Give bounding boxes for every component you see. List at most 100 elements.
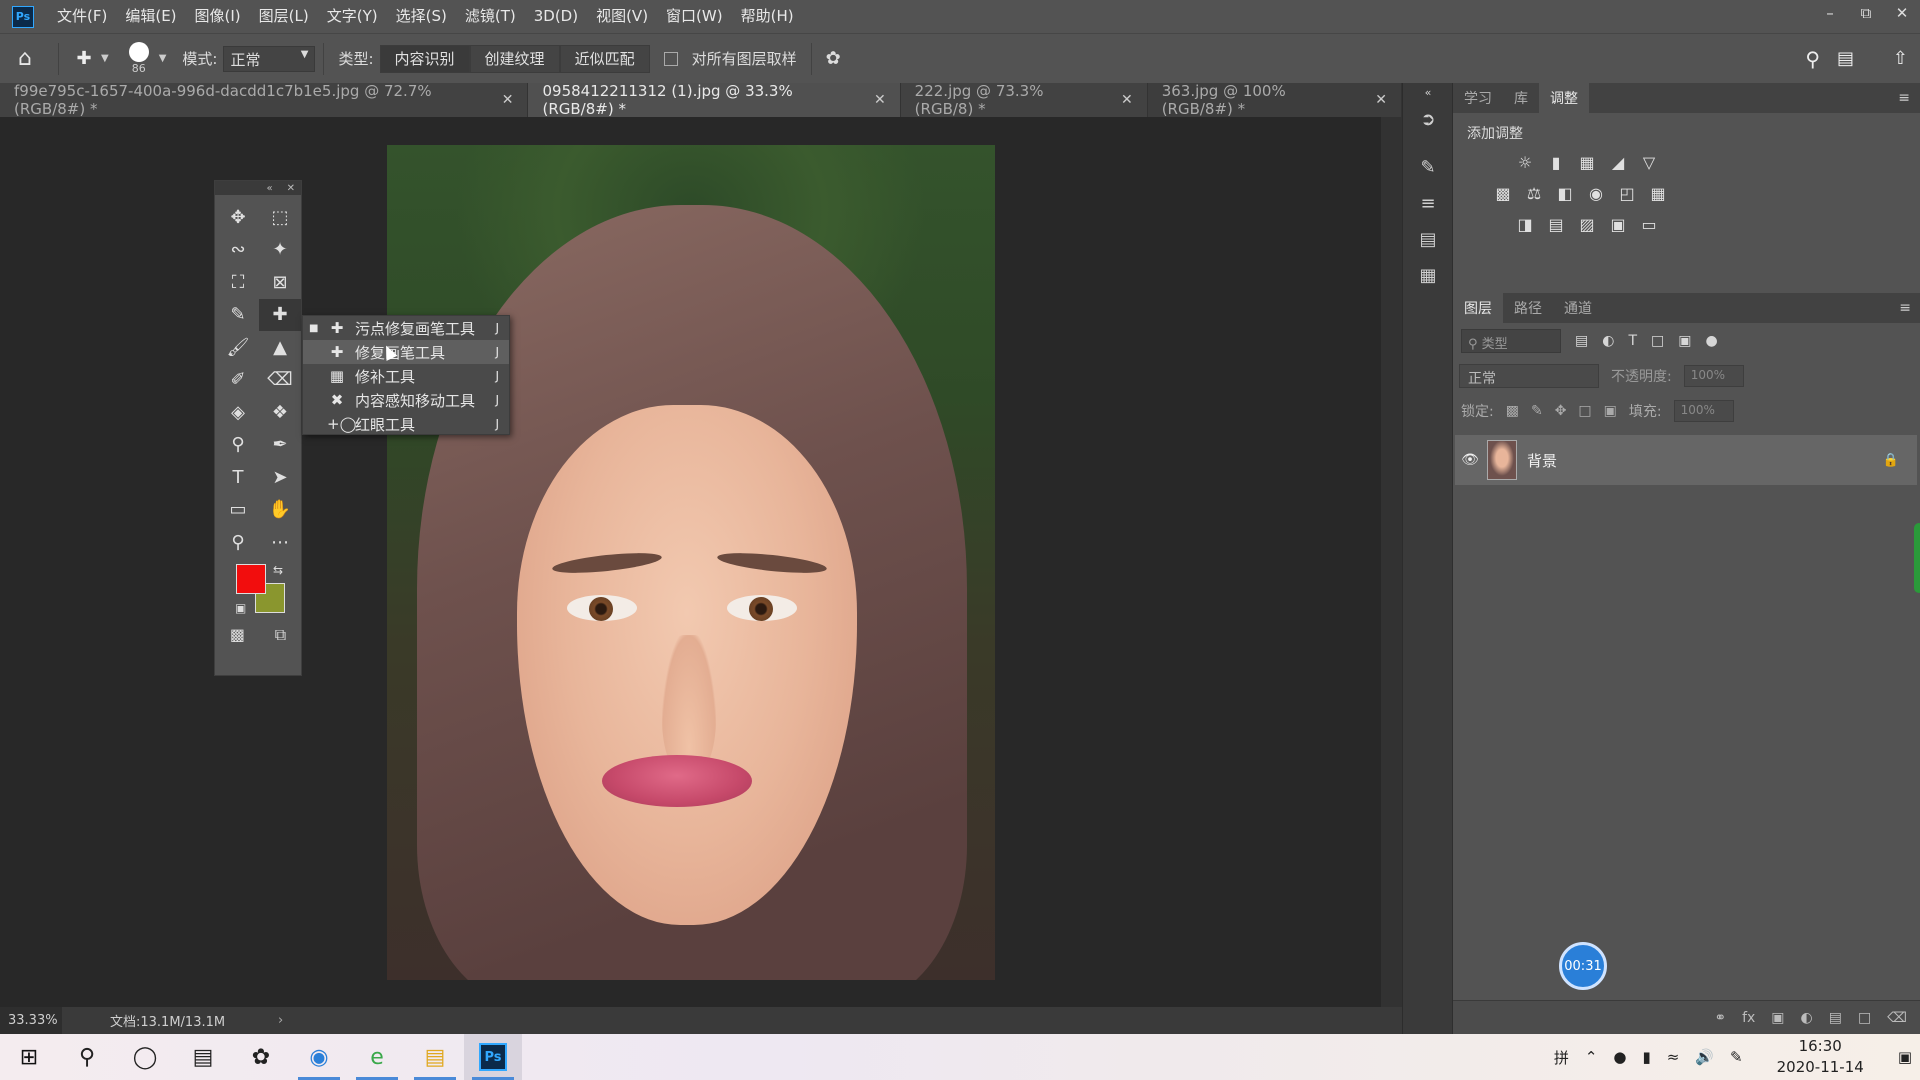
lock-pixels-icon[interactable]: ✎ [1531, 403, 1543, 419]
photo-filter-icon[interactable]: ◉ [1586, 184, 1606, 203]
foreground-color-swatch[interactable] [236, 563, 266, 594]
lock-all-icon[interactable]: ▣ [1604, 403, 1617, 419]
history-icon[interactable]: ➲ [1403, 101, 1453, 137]
vibrance-icon[interactable]: ▽ [1639, 153, 1659, 172]
browser-icon[interactable]: ◉ [290, 1034, 348, 1080]
file-explorer-icon[interactable]: ▤ [406, 1034, 464, 1080]
invert-icon[interactable]: ◨ [1515, 215, 1535, 234]
curves-icon[interactable]: ▦ [1577, 153, 1597, 172]
blur-tool-icon[interactable]: ❖ [259, 396, 301, 429]
lock-position-icon[interactable]: ✥ [1555, 403, 1567, 419]
selective-color-icon[interactable]: ▣ [1608, 215, 1628, 234]
type-create-texture-button[interactable]: 创建纹理 [469, 44, 560, 73]
layer-row[interactable]: 👁 背景 🔒 [1455, 435, 1917, 485]
eraser-tool-icon[interactable]: ⌫ [259, 364, 301, 397]
spot-healing-brush-menu-item[interactable]: ■ ✚ 污点修复画笔工具 J [303, 316, 509, 340]
menu-layer[interactable]: 图层(L) [250, 0, 318, 33]
default-colors-icon[interactable]: ▣ [235, 601, 246, 615]
mode-select[interactable]: 正常 ▼ [223, 45, 316, 72]
blend-mode-select[interactable]: 正常 [1459, 364, 1599, 388]
filter-pixel-icon[interactable]: ▤ [1575, 333, 1588, 349]
lock-transparent-icon[interactable]: ▩ [1506, 403, 1519, 419]
more-tools-icon[interactable]: ⋯ [259, 526, 301, 559]
quick-mask-icon[interactable]: ▩ [230, 625, 245, 645]
threshold-icon[interactable]: ▨ [1577, 215, 1597, 234]
home-icon[interactable]: ⌂ [0, 34, 50, 84]
collapse-icon[interactable]: « [266, 183, 272, 194]
menu-edit[interactable]: 编辑(E) [116, 0, 185, 33]
posterize-icon[interactable]: ▤ [1546, 215, 1566, 234]
ie-browser-icon[interactable]: e [348, 1034, 406, 1080]
rectangle-tool-icon[interactable]: ▭ [217, 494, 259, 527]
lasso-tool-icon[interactable]: ∾ [217, 234, 259, 267]
tab-document-4[interactable]: 363.jpg @ 100%(RGB/8#) * ✕ [1147, 82, 1402, 118]
qq-icon[interactable]: ● [1613, 1048, 1626, 1066]
type-proximity-match-button[interactable]: 近似匹配 [559, 44, 650, 73]
cortana-icon[interactable]: ◯ [116, 1034, 174, 1080]
workspace-icon[interactable]: ▤ [1837, 48, 1854, 69]
tab-document-3[interactable]: 222.jpg @ 73.3%(RGB/8) * ✕ [900, 82, 1148, 118]
exposure-icon[interactable]: ◢ [1608, 153, 1628, 172]
tab-document-2[interactable]: 0958412211312 (1).jpg @ 33.3%(RGB/8#) * ✕ [528, 82, 901, 118]
tab-layers[interactable]: 图层 [1453, 293, 1503, 323]
minimize-icon[interactable]: – [1812, 0, 1848, 26]
network-icon[interactable]: ≈ [1667, 1048, 1680, 1066]
menu-window[interactable]: 窗口(W) [657, 0, 732, 33]
healing-tool-preset-icon[interactable]: ✚ [67, 48, 101, 69]
libraries-icon[interactable]: ▤ [1403, 221, 1453, 257]
channel-mixer-icon[interactable]: ◰ [1617, 184, 1637, 203]
task-view-icon[interactable]: ▤ [174, 1034, 232, 1080]
magic-wand-tool-icon[interactable]: ✦ [259, 234, 301, 267]
visibility-eye-icon[interactable]: 👁 [1455, 452, 1485, 468]
frame-tool-icon[interactable]: ⊠ [259, 266, 301, 299]
menu-image[interactable]: 图像(I) [186, 0, 250, 33]
screen-mode-icon[interactable]: ⧉ [275, 625, 286, 645]
clock[interactable]: 16:30 2020-11-14 [1769, 1036, 1872, 1078]
close-icon[interactable]: ✕ [287, 183, 295, 194]
expand-icon[interactable]: « [1403, 83, 1453, 101]
restore-icon[interactable]: ⧉ [1848, 0, 1884, 26]
panel-menu-icon[interactable]: ≡ [1898, 90, 1910, 106]
tab-adjustments[interactable]: 调整 [1539, 83, 1589, 113]
chevron-down-icon[interactable]: ▼ [101, 53, 109, 64]
filter-toggle-icon[interactable]: ● [1705, 333, 1717, 349]
link-layers-icon[interactable]: ⚭ [1714, 1010, 1726, 1026]
history-brush-tool-icon[interactable]: ✐ [217, 364, 259, 397]
hue-saturation-icon[interactable]: ▩ [1493, 184, 1513, 203]
delete-layer-icon[interactable]: ⌫ [1887, 1010, 1907, 1026]
fill-input[interactable]: 100% [1673, 400, 1734, 422]
tab-document-1[interactable]: f99e795c-1657-400a-996d-dacdd1c7b1e5.jpg… [0, 82, 529, 118]
notifications-icon[interactable]: ▣ [1898, 1048, 1912, 1066]
menu-type[interactable]: 文字(Y) [318, 0, 387, 33]
clone-stamp-tool-icon[interactable]: ▲ [259, 331, 301, 364]
battery-icon[interactable]: ▮ [1643, 1048, 1651, 1066]
type-tool-icon[interactable]: T [217, 461, 259, 494]
brush-tool-icon[interactable]: 🖌 [217, 331, 259, 364]
crop-tool-icon[interactable]: ⛶ [217, 266, 259, 299]
chevron-right-icon[interactable]: › [278, 1013, 283, 1028]
notes-icon[interactable]: ▦ [1403, 257, 1453, 293]
canvas-scrollbar[interactable] [1381, 117, 1402, 1007]
add-mask-icon[interactable]: ▣ [1771, 1010, 1784, 1026]
panel-menu-icon[interactable]: ≡ [1899, 300, 1911, 316]
fx-icon[interactable]: fx [1742, 1010, 1755, 1026]
windows-start-icon[interactable]: ⊞ [0, 1034, 58, 1080]
ime-indicator[interactable]: 拼 [1554, 1047, 1569, 1068]
chevron-up-icon[interactable]: ⌃ [1585, 1048, 1598, 1066]
menu-select[interactable]: 选择(S) [387, 0, 456, 33]
menu-3d[interactable]: 3D(D) [525, 0, 587, 33]
share-icon[interactable]: ⇧ [1893, 48, 1908, 69]
menu-filter[interactable]: 滤镜(T) [456, 0, 525, 33]
volume-icon[interactable]: 🔊 [1695, 1048, 1714, 1066]
photoshop-taskbar-icon[interactable]: Ps [464, 1034, 522, 1080]
app-icon[interactable]: ✿ [232, 1034, 290, 1080]
brush-size-picker[interactable]: 86 [119, 39, 159, 79]
new-layer-icon[interactable]: □ [1858, 1010, 1871, 1026]
menu-view[interactable]: 视图(V) [587, 0, 657, 33]
filter-smart-object-icon[interactable]: ▣ [1678, 333, 1691, 349]
swap-colors-icon[interactable]: ⇆ [273, 563, 283, 577]
path-selection-tool-icon[interactable]: ➤ [259, 461, 301, 494]
close-icon[interactable]: ✕ [502, 92, 514, 108]
pen-tool-icon[interactable]: ✒ [259, 429, 301, 462]
levels-icon[interactable]: ▮ [1546, 153, 1566, 172]
